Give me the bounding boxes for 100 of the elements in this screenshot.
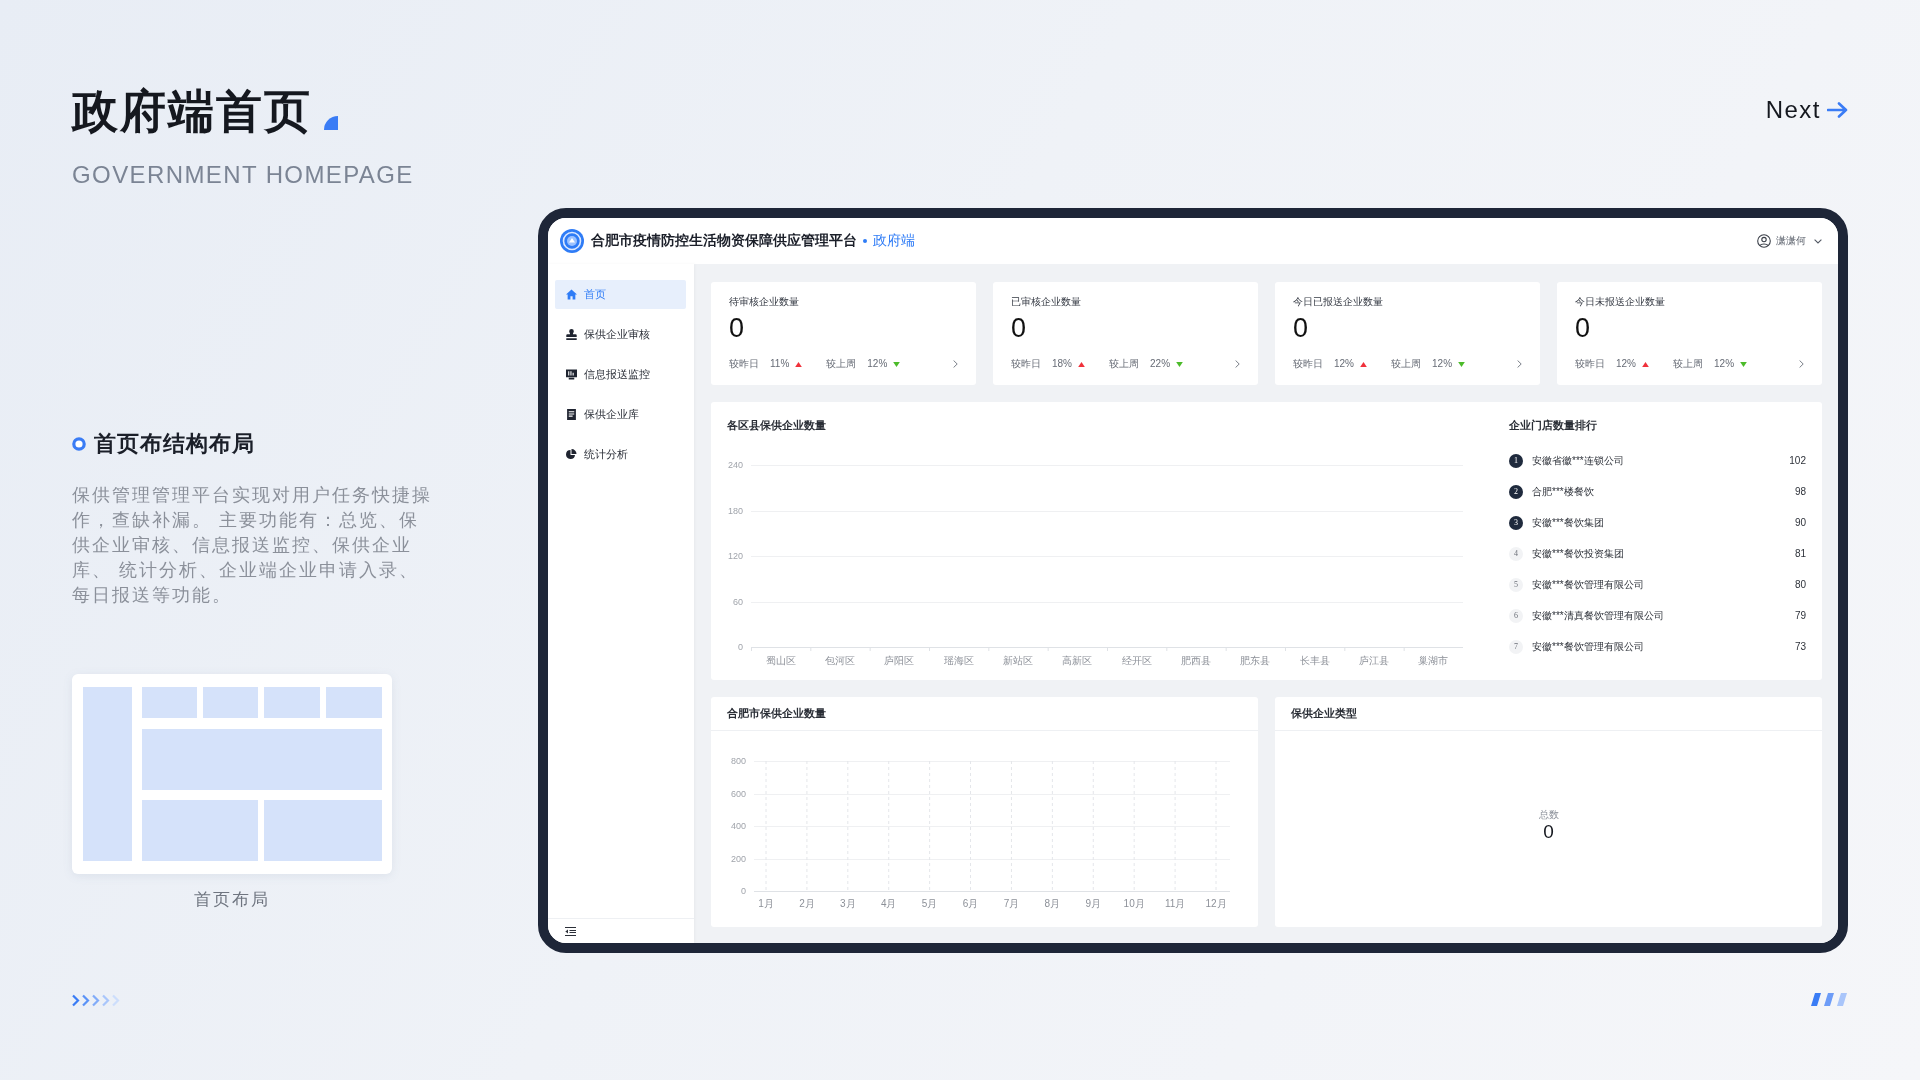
ranking-title: 企业门店数量排行 — [1509, 418, 1598, 433]
slash-bars-icon — [1811, 993, 1848, 1006]
chevron-right-icon[interactable] — [1517, 360, 1522, 368]
rank-number: 2 — [1509, 484, 1523, 499]
axis-label: 0 — [741, 886, 746, 896]
sidebar-item[interactable]: 首页 — [555, 280, 686, 309]
company-name: 安徽***餐饮集团 — [1532, 515, 1604, 530]
user-circle-icon — [1757, 234, 1771, 248]
axis-label: 4月 — [880, 898, 897, 909]
next-link[interactable]: Next — [1765, 96, 1848, 124]
menu-collapse-icon[interactable] — [565, 926, 576, 936]
axis-label: 9月 — [1085, 898, 1102, 909]
axis-label: 高新区 — [1062, 655, 1093, 666]
axis-label: 2月 — [799, 898, 815, 909]
sidebar-item[interactable]: 保供企业审核 — [555, 320, 686, 349]
axis-label: 庐阳区 — [884, 655, 915, 666]
comparison-value: 11% — [770, 357, 790, 371]
axis-label: 400 — [730, 821, 746, 831]
stat-title: 今日已报送企业数量 — [1293, 295, 1384, 309]
axis-label: 肥东县 — [1240, 655, 1271, 666]
comparison-label: 较昨日 — [1575, 357, 1605, 371]
stat-value: 0 — [1011, 312, 1028, 344]
app-title: 合肥市疫情防控生活物资保障供应管理平台 — [591, 232, 857, 250]
axis-label: 6月 — [962, 898, 979, 909]
page-title: 政府端首页 — [72, 84, 312, 139]
store-count: 98 — [1794, 486, 1806, 497]
user-name[interactable]: 潇潇何 — [1776, 234, 1806, 248]
chevron-right-icon[interactable] — [1799, 360, 1804, 368]
store-count: 80 — [1794, 579, 1806, 590]
axis-label: 12月 — [1205, 898, 1227, 909]
rank-number: 6 — [1509, 608, 1523, 623]
axis-label: 240 — [727, 460, 743, 470]
comparison-label: 较上周 — [1109, 357, 1139, 371]
store-count: 102 — [1789, 455, 1806, 466]
rank-number: 7 — [1509, 639, 1523, 654]
rank-number: 5 — [1509, 577, 1523, 592]
axis-label: 5月 — [921, 898, 938, 909]
comparison-value: 12% — [867, 357, 888, 371]
axis-label: 3月 — [840, 898, 856, 909]
axis-label: 120 — [727, 551, 743, 561]
stat-value: 0 — [729, 312, 746, 344]
comparison-label: 较昨日 — [1011, 357, 1041, 371]
axis-label: 1月 — [758, 898, 774, 909]
store-count: 79 — [1794, 610, 1806, 621]
company-name: 安徽省徽***连锁公司 — [1532, 453, 1624, 468]
company-name: 安徽***清真餐饮管理有限公司 — [1532, 608, 1664, 623]
sidebar-item[interactable]: 统计分析 — [555, 440, 686, 469]
monitor-icon — [566, 369, 577, 380]
axis-label: 10月 — [1123, 898, 1145, 909]
rank-number: 4 — [1509, 546, 1523, 561]
layout-caption: 首页布局 — [193, 889, 271, 911]
chevron-down-icon[interactable] — [1814, 238, 1822, 244]
chevron-right-icon[interactable] — [953, 360, 958, 368]
axis-label: 0 — [738, 642, 743, 652]
axis-label: 肥西县 — [1181, 655, 1211, 666]
axis-label: 200 — [730, 853, 746, 864]
axis-label: 新站区 — [1003, 655, 1033, 666]
comparison-value: 12% — [1714, 357, 1735, 371]
axis-label: 800 — [730, 756, 746, 766]
axis-label: 600 — [730, 788, 746, 799]
chart-title: 各区县保供企业数量 — [727, 418, 827, 433]
axis-label: 经开区 — [1121, 655, 1152, 666]
comparison-label: 较昨日 — [729, 357, 759, 371]
sidebar-item[interactable]: 保供企业库 — [555, 400, 686, 429]
axis-label: 庐江县 — [1359, 655, 1389, 666]
section-description: 保供管理管理平台实现对用户任务快捷操作，查缺补漏。 主要功能有：总览、保供企业审核、信息报送监控、保供企业库、 统计分析、企业端企业申请入录、每日报送等功能。 — [72, 484, 433, 607]
comparison-value: 22% — [1150, 357, 1171, 371]
axis-label: 8月 — [1044, 898, 1061, 909]
arrow-right-icon — [1827, 102, 1848, 118]
pie-chart-icon — [566, 449, 577, 460]
comparison-value: 18% — [1052, 357, 1072, 371]
document-icon — [566, 409, 577, 420]
store-count: 81 — [1794, 548, 1806, 559]
company-name: 安徽***餐饮管理有限公司 — [1532, 639, 1644, 654]
comparison-value: 12% — [1334, 357, 1354, 371]
axis-label: 巢湖市 — [1418, 655, 1449, 666]
comparison-label: 较上周 — [826, 357, 857, 371]
chevrons-right-icon — [72, 994, 122, 1007]
stat-title: 已审核企业数量 — [1011, 295, 1082, 309]
stat-value: 0 — [1575, 312, 1592, 344]
stat-title: 今日未报送企业数量 — [1575, 295, 1666, 309]
dot-icon — [863, 239, 867, 243]
chart-title: 保供企业类型 — [1275, 697, 1822, 731]
axis-label: 60 — [733, 596, 743, 607]
axis-label: 瑶海区 — [943, 655, 974, 666]
rank-number: 1 — [1509, 453, 1523, 468]
stamp-icon — [566, 329, 577, 340]
total-value: 0 — [1543, 820, 1554, 843]
home-icon — [566, 289, 577, 300]
axis-label: 7月 — [1003, 898, 1020, 909]
axis-label: 包河区 — [825, 655, 855, 666]
chevron-right-icon[interactable] — [1235, 360, 1240, 368]
chart-title: 合肥市保供企业数量 — [711, 697, 1258, 731]
store-count: 73 — [1794, 641, 1806, 652]
page-subtitle: GOVERNMENT HOMEPAGE — [72, 160, 415, 190]
axis-label: 11月 — [1164, 898, 1186, 909]
role-label: 政府端 — [873, 232, 915, 250]
stat-title: 待审核企业数量 — [729, 295, 800, 309]
company-name: 合肥***楼餐饮 — [1532, 484, 1594, 499]
sidebar-item[interactable]: 信息报送监控 — [555, 360, 686, 389]
